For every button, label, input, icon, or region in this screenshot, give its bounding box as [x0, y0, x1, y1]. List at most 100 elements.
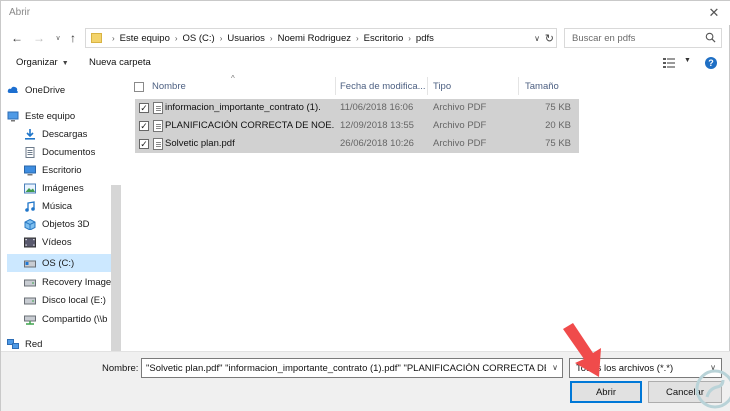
pdf-file-icon [153, 138, 163, 150]
chevron-down-icon: ∨ [534, 33, 540, 43]
sidebar-item-label: Recovery Image [42, 276, 111, 288]
sidebar-item-este-equipo[interactable]: Este equipo [7, 107, 117, 125]
sort-ascending-icon: ^ [231, 74, 235, 83]
recent-locations-button[interactable]: ∨ [50, 29, 66, 47]
close-icon: ✕ [708, 5, 720, 20]
file-size: 20 KB [545, 120, 571, 131]
sidebar-item-label: Este equipo [25, 110, 76, 122]
up-arrow-icon: ↑ [70, 31, 76, 45]
column-header-date[interactable]: Fecha de modifica... [340, 77, 426, 95]
sidebar-item-compartido[interactable]: Compartido (\\b [24, 310, 111, 328]
sidebar-item-objetos-3d[interactable]: Objetos 3D [24, 215, 123, 233]
file-size: 75 KB [545, 138, 571, 149]
sidebar-item-label: Documentos [42, 146, 96, 158]
music-icon [25, 200, 35, 212]
up-button[interactable]: ↑ [65, 29, 81, 47]
chevron-down-icon: ∨ [55, 35, 61, 42]
file-checkbox[interactable]: ✓ [139, 103, 149, 113]
file-type: Archivo PDF [433, 120, 487, 131]
sidebar-item-recovery-image[interactable]: Recovery Image [24, 273, 111, 291]
cube-icon [24, 218, 36, 230]
search-icon [705, 32, 716, 43]
forward-arrow-icon: → [33, 31, 45, 45]
sidebar-item-label: Disco local (E:) [42, 294, 106, 306]
cloud-icon [7, 86, 18, 93]
sidebar-item-label: Vídeos [42, 236, 72, 248]
breadcrumb-os-c[interactable]: OS (C:) [183, 33, 215, 44]
file-name-field[interactable]: ∨ [141, 358, 563, 378]
column-divider[interactable] [335, 77, 336, 95]
file-date: 12/09/2018 13:55 [340, 120, 414, 131]
file-row[interactable]: ✓ Solvetic plan.pdf 26/06/2018 10:26 Arc… [135, 135, 579, 153]
close-button[interactable]: ✕ [697, 1, 730, 25]
file-row[interactable]: ✓ informacion_importante_contrato (1). 1… [135, 99, 579, 117]
open-button[interactable]: Abrir [570, 381, 642, 403]
search-input[interactable] [565, 29, 695, 47]
help-icon[interactable]: ? [705, 57, 717, 69]
sidebar-item-label: Red [25, 338, 43, 350]
watermark-logo-icon [695, 369, 730, 409]
chevron-right-icon[interactable]: › [356, 34, 359, 43]
file-date: 11/06/2018 16:06 [340, 102, 414, 113]
sidebar-item-descargas[interactable]: Descargas [24, 125, 123, 143]
sidebar-item-red[interactable]: Red [7, 335, 117, 351]
select-all-checkbox[interactable] [134, 82, 144, 92]
chevron-right-icon[interactable]: › [408, 34, 411, 43]
drive-icon [24, 297, 36, 304]
chevron-right-icon[interactable]: › [175, 34, 178, 43]
file-row[interactable]: ✓ PLANIFICACIÓN CORRECTA DE NOE... 12/09… [135, 117, 579, 135]
new-folder-button[interactable]: Nueva carpeta [89, 57, 151, 68]
sidebar-item-onedrive[interactable]: OneDrive [7, 81, 117, 99]
breadcrumb-este-equipo[interactable]: Este equipo [120, 33, 170, 44]
sidebar-item-escritorio[interactable]: Escritorio [24, 161, 123, 179]
sidebar-item-documentos[interactable]: Documentos [24, 143, 123, 161]
view-dropdown-icon[interactable]: ▼ [684, 57, 691, 64]
back-button[interactable]: ← [9, 29, 25, 47]
sidebar-item-imagenes[interactable]: Imágenes [24, 179, 123, 197]
address-dropdown-button[interactable]: ∨ [534, 29, 540, 47]
file-checkbox[interactable]: ✓ [139, 139, 149, 149]
navigation-pane-scrollbar[interactable] [111, 185, 121, 351]
window-title: Abrir [9, 7, 31, 18]
download-icon [25, 128, 35, 140]
view-options-icon[interactable] [663, 58, 675, 68]
sidebar-item-label: OneDrive [25, 84, 66, 96]
breadcrumb-escritorio[interactable]: Escritorio [364, 33, 404, 44]
search-box[interactable] [564, 28, 722, 48]
sidebar-item-label: Música [42, 200, 73, 212]
chevron-down-icon[interactable]: ∨ [552, 363, 558, 372]
sidebar-item-label: Escritorio [42, 164, 82, 176]
breadcrumb-noemi-rodriguez[interactable]: Noemi Rodriguez [278, 33, 351, 44]
chevron-right-icon[interactable]: › [270, 34, 273, 43]
column-header-type[interactable]: Tipo [433, 77, 451, 95]
chevron-right-icon[interactable]: › [220, 34, 223, 43]
refresh-icon: ↻ [544, 32, 554, 45]
breadcrumb-pdfs[interactable]: pdfs [416, 33, 434, 44]
address-bar[interactable]: › Este equipo › OS (C:) › Usuarios › Noe… [85, 28, 557, 48]
forward-button[interactable]: → [31, 29, 47, 47]
column-divider[interactable] [427, 77, 428, 95]
breadcrumb-usuarios[interactable]: Usuarios [227, 33, 265, 44]
sidebar-item-musica[interactable]: Música [24, 197, 123, 215]
column-divider[interactable] [518, 77, 519, 95]
file-checkbox[interactable]: ✓ [139, 121, 149, 131]
file-name: PLANIFICACIÓN CORRECTA DE NOE... [165, 120, 335, 131]
sidebar-item-label: Compartido (\\b [42, 313, 108, 325]
sidebar-item-videos[interactable]: Vídeos [24, 233, 123, 251]
file-date: 26/06/2018 10:26 [340, 138, 414, 149]
sidebar-item-disco-local-e[interactable]: Disco local (E:) [24, 291, 111, 309]
video-icon [24, 237, 36, 247]
sidebar-item-os-c[interactable]: OS (C:) [7, 254, 111, 272]
file-size: 75 KB [545, 102, 571, 113]
sidebar-item-label: OS (C:) [42, 257, 75, 269]
open-file-dialog: Abrir ✕ ← → ∨ ↑ › Este equipo › OS (C:) … [0, 0, 730, 411]
organize-button[interactable]: Organizar ▼ [16, 57, 69, 68]
file-name: informacion_importante_contrato (1). [165, 102, 321, 113]
new-folder-label: Nueva carpeta [89, 57, 151, 68]
column-header-name[interactable]: Nombre [152, 77, 186, 95]
file-name-input[interactable] [142, 359, 546, 377]
refresh-button[interactable]: ↻ [545, 29, 554, 47]
caret-down-icon: ▼ [61, 60, 69, 67]
column-header-size[interactable]: Tamaño [525, 77, 559, 95]
sidebar-item-label: Imágenes [42, 182, 84, 194]
